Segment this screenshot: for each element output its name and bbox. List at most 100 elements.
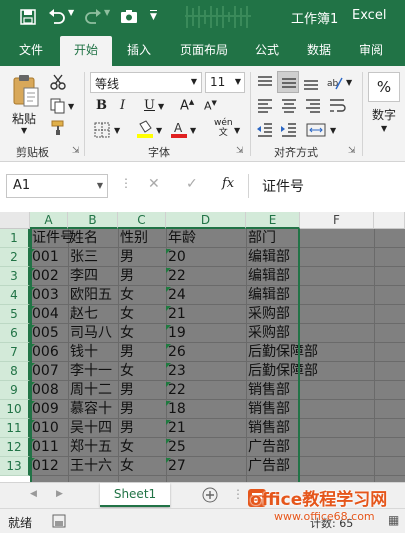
merge-dropdown-icon[interactable]: ▼ — [330, 126, 336, 135]
copy-icon[interactable] — [50, 98, 66, 114]
number-format-button[interactable]: % — [368, 72, 400, 102]
border-dropdown-icon[interactable]: ▼ — [114, 126, 120, 135]
column-header-c[interactable]: C — [118, 212, 166, 229]
title-bar: ▼ ▼ ▼ 工作簿1 Excel — [0, 0, 405, 32]
save-icon[interactable] — [20, 9, 36, 25]
row-header[interactable]: 13 — [0, 457, 30, 476]
camera-icon[interactable] — [120, 9, 138, 24]
ribbon-display-icon[interactable] — [183, 4, 253, 30]
align-left-icon[interactable] — [256, 98, 274, 114]
customize-icon[interactable]: ▼ — [150, 10, 157, 22]
formula-input[interactable]: 证件号 — [262, 176, 304, 196]
font-size-select[interactable]: 11 ▼ — [205, 72, 245, 93]
phonetic-icon[interactable]: wén 文 — [214, 118, 233, 138]
enter-icon: ✓ — [186, 176, 198, 192]
column-header-b[interactable]: B — [68, 212, 118, 229]
formula-bar-grip-icon[interactable]: ⋮ — [120, 176, 132, 190]
sheet-tab-label: Sheet1 — [113, 487, 157, 501]
worksheet-grid[interactable]: A B C D E F 1 证件号 姓名 性别 年龄 部门 2 001 张三男 20 编辑部 3 002… — [0, 212, 405, 482]
select-all-corner[interactable] — [0, 212, 30, 229]
add-sheet-icon[interactable] — [202, 487, 218, 503]
tab-insert[interactable]: 插入 — [118, 36, 160, 66]
paste-icon[interactable] — [12, 74, 40, 108]
divider — [250, 72, 251, 156]
scroll-left-icon[interactable]: ◀ — [30, 489, 37, 499]
tab-file[interactable]: 文件 — [8, 36, 54, 66]
tab-data[interactable]: 数据 — [298, 36, 340, 66]
sheet-options-icon[interactable]: ⋮ — [232, 487, 244, 501]
italic-button[interactable]: I — [120, 98, 125, 113]
underline-dropdown-icon[interactable]: ▼ — [158, 102, 164, 111]
font-name-select[interactable]: 等线 ▼ — [90, 72, 202, 93]
tab-review[interactable]: 审阅 — [350, 36, 392, 66]
row-header[interactable]: 6 — [0, 324, 30, 343]
watermark-title: office教程学习网 — [250, 490, 388, 510]
row-header[interactable]: 4 — [0, 286, 30, 305]
align-right-icon[interactable] — [304, 98, 322, 114]
undo-dropdown-icon[interactable]: ▼ — [68, 8, 74, 17]
fx-icon[interactable]: fx — [222, 176, 234, 191]
font-color-icon[interactable]: A — [170, 120, 188, 138]
doc-name: 工作簿1 — [291, 12, 339, 27]
name-box-dropdown-icon[interactable]: ▼ — [97, 181, 103, 190]
wrap-text-icon[interactable] — [328, 98, 346, 114]
merge-center-icon[interactable] — [306, 122, 326, 138]
row-header[interactable]: 7 — [0, 343, 30, 362]
align-middle-button[interactable] — [277, 71, 299, 93]
cut-icon[interactable] — [50, 74, 66, 90]
alignment-launcher-icon[interactable]: ⇲ — [348, 146, 356, 156]
border-icon[interactable] — [94, 122, 110, 138]
copy-dropdown-icon[interactable]: ▼ — [68, 102, 74, 111]
fill-color-icon[interactable] — [136, 120, 154, 138]
sheet-tab-sheet1[interactable]: Sheet1 — [100, 483, 170, 507]
underline-button[interactable]: U — [144, 98, 155, 113]
orientation-icon[interactable]: ab — [326, 74, 344, 92]
font-launcher-icon[interactable]: ⇲ — [236, 146, 244, 156]
format-painter-icon[interactable] — [50, 120, 66, 136]
macro-record-icon[interactable] — [52, 514, 66, 528]
tab-formulas[interactable]: 公式 — [246, 36, 288, 66]
increase-indent-icon[interactable] — [280, 122, 298, 138]
row-header[interactable]: 12 — [0, 438, 30, 457]
column-header-f[interactable]: F — [300, 212, 374, 229]
scroll-right-icon[interactable]: ▶ — [56, 489, 63, 499]
align-top-icon[interactable] — [256, 74, 274, 92]
paste-dropdown-icon[interactable]: ▼ — [21, 126, 27, 135]
divider — [84, 72, 85, 156]
row-header[interactable]: 11 — [0, 419, 30, 438]
row-header[interactable]: 2 — [0, 248, 30, 267]
decrease-indent-icon[interactable] — [256, 122, 274, 138]
row-header[interactable]: 1 — [0, 229, 30, 248]
watermark: office教程学习网 www.office68.com — [246, 484, 405, 530]
bold-button[interactable]: B — [96, 98, 107, 113]
percent-icon: % — [376, 78, 392, 96]
number-dropdown-icon[interactable]: ▼ — [381, 124, 387, 133]
column-header-a[interactable]: A — [30, 212, 68, 229]
name-box[interactable]: A1 ▼ — [6, 174, 108, 198]
tab-home[interactable]: 开始 — [60, 36, 112, 66]
clipboard-group-label: 剪贴板 — [16, 146, 49, 159]
orientation-dropdown-icon[interactable]: ▼ — [346, 78, 352, 87]
row-header[interactable]: 3 — [0, 267, 30, 286]
column-header-d[interactable]: D — [166, 212, 246, 229]
fill-color-dropdown-icon[interactable]: ▼ — [156, 126, 162, 135]
column-header-g[interactable] — [374, 212, 405, 229]
row-header[interactable]: 10 — [0, 400, 30, 419]
font-color-dropdown-icon[interactable]: ▼ — [190, 126, 196, 135]
column-header-e[interactable]: E — [246, 212, 300, 229]
number-group-label[interactable]: 数字 — [372, 106, 396, 123]
clipboard-launcher-icon[interactable]: ⇲ — [72, 146, 80, 156]
row-header[interactable]: 9 — [0, 381, 30, 400]
row-header[interactable]: 5 — [0, 305, 30, 324]
redo-dropdown-icon: ▼ — [104, 8, 111, 17]
undo-icon[interactable] — [48, 8, 66, 24]
align-bottom-icon[interactable] — [302, 74, 320, 92]
phonetic-dropdown-icon[interactable]: ▼ — [234, 126, 240, 135]
tab-page-layout[interactable]: 页面布局 — [170, 36, 238, 66]
cancel-icon: ✕ — [148, 176, 160, 192]
font-grow-icon[interactable]: A▲ — [180, 98, 194, 113]
paste-label[interactable]: 粘贴 — [12, 110, 36, 127]
row-header[interactable]: 8 — [0, 362, 30, 381]
font-shrink-icon[interactable]: A▼ — [204, 99, 217, 113]
align-center-icon[interactable] — [280, 98, 298, 114]
